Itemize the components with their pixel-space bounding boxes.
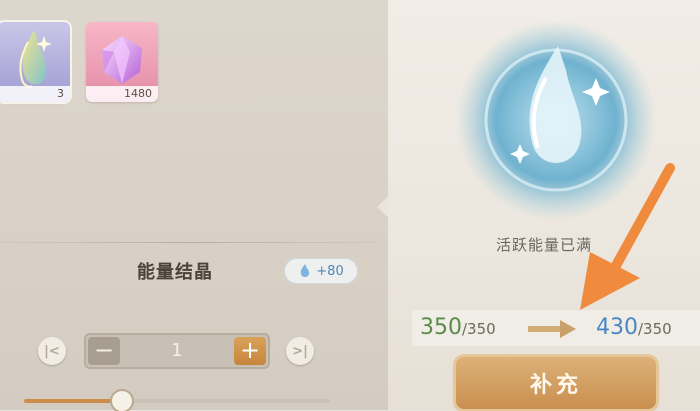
energy-bonus-value: +80 [316,263,344,279]
plus-icon: + [239,336,261,364]
arrow-right-icon [528,320,576,338]
quantity-slider[interactable] [24,391,330,411]
energy-current-value: 350 [420,315,462,340]
skip-to-end-icon: >| [292,343,308,359]
item-tile-energy-crystal[interactable]: 3 [0,20,72,104]
item-tile-pink-gem[interactable]: 1480 [86,22,158,102]
section-divider [0,242,380,243]
energy-current-max: /350 [462,320,496,338]
item-count: 3 [0,86,70,102]
energy-bonus-badge: +80 [284,258,358,284]
energy-after-max: /350 [638,320,672,338]
energy-flame-icon [301,264,310,277]
skip-to-start-icon: |< [44,343,60,359]
annotation-arrow-icon [580,163,675,310]
selected-item-name: 能量结晶 [137,262,213,283]
quantity-value[interactable]: 1 [124,337,230,365]
slider-fill [24,399,122,403]
minus-icon: − [93,336,115,364]
increase-button[interactable]: + [234,337,266,365]
decrease-button[interactable]: − [88,337,120,365]
refill-button[interactable]: 补充 [456,357,656,409]
quantity-max-button[interactable]: >| [286,337,314,365]
energy-current: 350/350 [420,315,496,340]
item-count: 1480 [86,86,158,102]
item-selection-panel: 3 1480 能量结晶 +80 |< − 1 + >| [0,0,388,411]
quantity-stepper: − 1 + [84,333,270,369]
quantity-min-button[interactable]: |< [38,337,66,365]
slider-thumb[interactable] [111,391,132,411]
